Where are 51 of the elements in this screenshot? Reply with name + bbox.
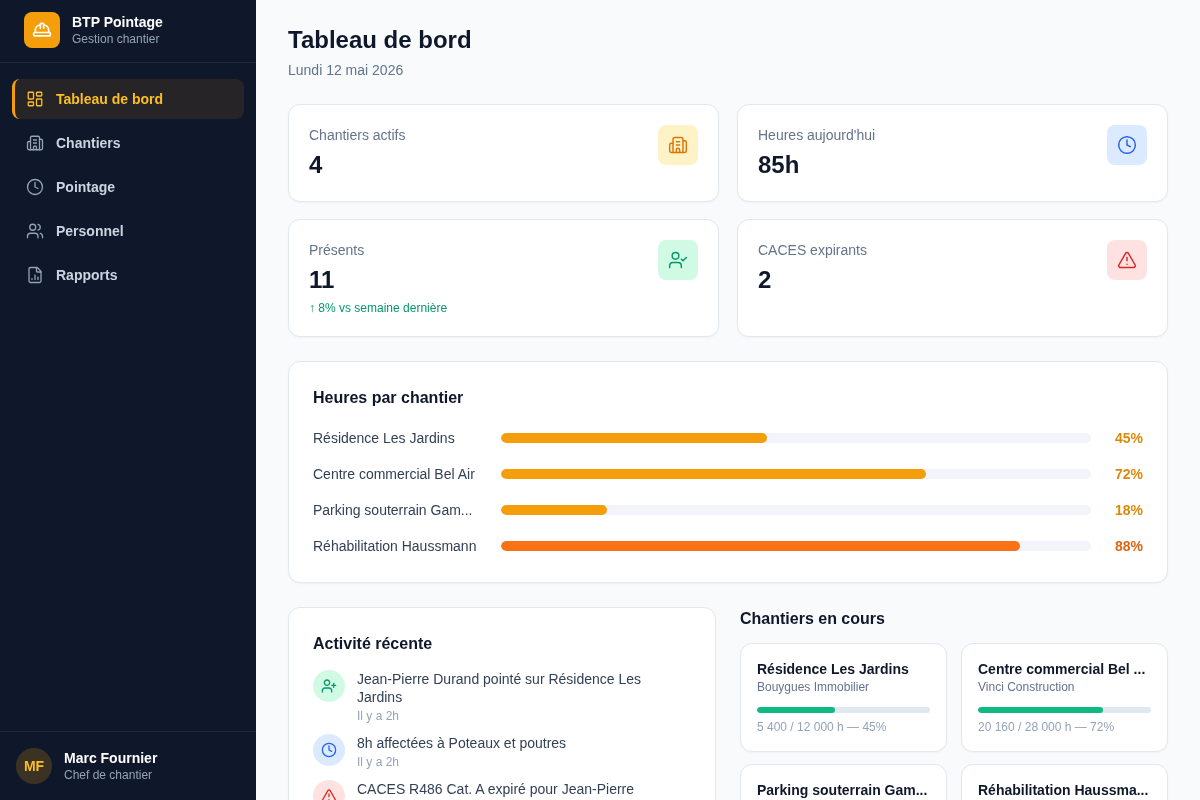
sidebar-item[interactable]: Chantiers <box>12 123 244 163</box>
percent-value: 72% <box>1113 465 1143 484</box>
client-name: Bouygues Immobilier <box>757 679 871 695</box>
site-name: Centre commercial Bel Air <box>313 465 476 484</box>
site-name: Centre commercial Bel ... <box>978 660 1147 678</box>
site-name: Parking souterrain Gam... <box>757 781 929 799</box>
activity-time: Il y a 2h <box>357 708 401 724</box>
stat-value: 2 <box>758 265 773 295</box>
stat-label: Chantiers actifs <box>309 126 406 145</box>
card-title: Activité récente <box>313 634 434 654</box>
report-icon <box>26 266 44 284</box>
site-name: Réhabilitation Haussma... <box>978 781 1150 799</box>
activity-text: Jean-Pierre Durand pointé sur Résidence Les Jardins <box>357 670 643 706</box>
stat-value: 85h <box>758 150 801 180</box>
site-name: Réhabilitation Haussmann <box>313 537 478 556</box>
sidebar-item[interactable]: Tableau de bord <box>12 79 244 119</box>
user-avatar: MF <box>16 748 52 784</box>
sidebar-item[interactable]: Rapports <box>12 255 244 295</box>
hours-total-text: 5 400 / 12 000 h — 45% <box>757 719 888 735</box>
percent-value: 88% <box>1113 537 1143 556</box>
stat-label: CACES expirants <box>758 241 867 260</box>
section-title: Chantiers en cours <box>740 609 886 629</box>
site-name: Résidence Les Jardins <box>757 660 910 678</box>
clock-icon <box>26 178 44 196</box>
trend-text: ↑ 8% vs semaine dernière <box>309 300 448 316</box>
page-date: Lundi 12 mai 2026 <box>288 61 405 80</box>
dashboard-icon <box>26 90 44 108</box>
site-name: Parking souterrain Gam... <box>313 501 474 520</box>
sidebar-item[interactable]: Personnel <box>12 211 244 251</box>
user-role: Chef de chantier <box>64 767 154 783</box>
user-name: Marc Fournier <box>64 749 158 767</box>
percent-value: 18% <box>1113 501 1143 520</box>
activity-text: CACES R486 Cat. A expiré pour Jean-Pierre <box>357 780 635 798</box>
building-icon <box>26 134 44 152</box>
app-subtitle: Gestion chantier <box>72 31 161 47</box>
percent-value: 45% <box>1113 429 1143 448</box>
hard-hat-icon <box>24 12 60 48</box>
activity-text: 8h affectées à Poteaux et poutres <box>357 734 567 752</box>
hours-total-text: 20 160 / 28 000 h — 72% <box>978 719 1116 735</box>
activity-time: Il y a 2h <box>357 754 401 770</box>
sidebar-item[interactable]: Pointage <box>12 167 244 207</box>
stat-value: 11 <box>309 265 336 295</box>
site-name: Résidence Les Jardins <box>313 429 456 448</box>
app-title: BTP Pointage <box>72 13 163 31</box>
stat-label: Présents <box>309 241 366 260</box>
page-title: Tableau de bord <box>288 25 473 55</box>
stat-label: Heures aujourd'hui <box>758 126 876 145</box>
card-title: Heures par chantier <box>313 388 465 408</box>
stat-value: 4 <box>309 150 324 180</box>
users-icon <box>26 222 44 240</box>
client-name: Vinci Construction <box>978 679 1076 695</box>
